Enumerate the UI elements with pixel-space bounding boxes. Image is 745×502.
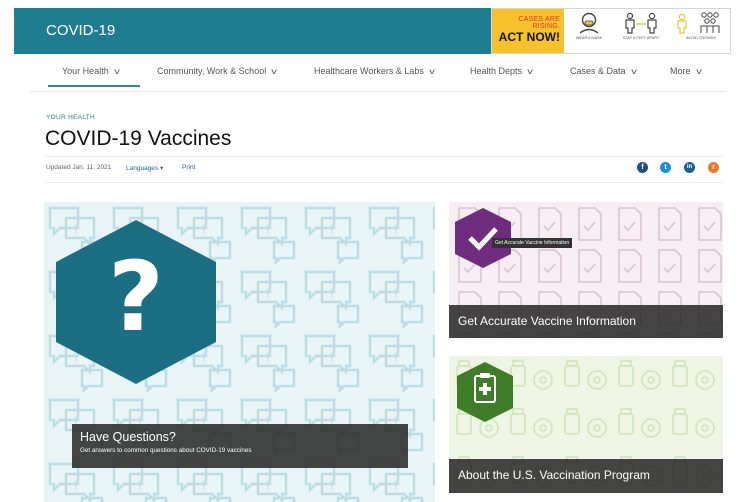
nav-cases-data[interactable]: Cases & Data v <box>570 66 636 76</box>
print-link[interactable]: Print <box>182 164 195 171</box>
breadcrumb[interactable]: YOUR HEALTH <box>46 114 95 121</box>
card-title: Get Accurate Vaccine Information <box>449 305 723 338</box>
mask-person-icon <box>579 12 599 34</box>
languages-label: Languages <box>126 165 159 172</box>
nav-your-health[interactable]: Your Health v <box>62 66 120 76</box>
chevron-down-icon: v <box>271 67 278 76</box>
nav-label: Health Depts <box>470 66 523 76</box>
nav-divider <box>30 91 726 92</box>
card-have-questions[interactable]: ? ? Have Questions? Get answers to commo… <box>44 202 435 502</box>
card-accurate-info[interactable]: Get Accurate Vaccine Information Get Acc… <box>449 202 723 338</box>
linkedin-icon[interactable]: in <box>684 162 695 173</box>
main-nav: Your Health v Community, Work & School v H… <box>46 66 718 88</box>
nav-community[interactable]: Community, Work & School v <box>157 66 278 76</box>
divider <box>46 182 722 183</box>
nav-active-indicator <box>48 85 140 87</box>
page-title: COVID-19 Vaccines <box>45 127 232 150</box>
reddit-icon[interactable]: r <box>708 162 719 173</box>
promo-cta[interactable]: CASES ARE RISING. ACT NOW! <box>492 9 564 53</box>
nav-label: Community, Work & School <box>157 66 267 76</box>
promo-item-mask: WEAR A MASK <box>568 12 610 52</box>
nav-healthcare[interactable]: Healthcare Workers & Labs v <box>314 66 435 76</box>
chevron-down-icon: v <box>527 67 533 76</box>
nav-more[interactable]: More v <box>670 66 701 76</box>
promo-item-crowds: AVOID CROWDS <box>672 12 730 52</box>
promo-item-label: WEAR A MASK <box>575 36 603 40</box>
image-tooltip: Get Accurate Vaccine Information <box>492 238 573 248</box>
svg-text:?: ? <box>108 241 164 353</box>
promo-item-label: STAY 6 FEET APART <box>622 36 660 40</box>
languages-dropdown[interactable]: Languages ▾ <box>126 164 163 172</box>
twitter-icon[interactable]: t <box>660 162 671 173</box>
site-header: COVID-19 CASES ARE RISING. ACT NOW! WEAR… <box>14 8 731 54</box>
distance-people-icon <box>625 12 657 34</box>
nav-label: More <box>670 66 691 76</box>
promo-item-distance: STAY 6 FEET APART <box>616 12 666 52</box>
card-subtitle: Get answers to common questions about CO… <box>80 447 252 454</box>
promo-banner[interactable]: CASES ARE RISING. ACT NOW! WEAR A MASK S… <box>491 8 731 54</box>
nav-label: Cases & Data <box>570 66 626 76</box>
facebook-icon[interactable]: f <box>637 162 648 173</box>
card-title: About the U.S. Vaccination Program <box>449 459 723 493</box>
card-caption: Have Questions? Get answers to common qu… <box>72 424 408 468</box>
nav-health-depts[interactable]: Health Depts v <box>470 66 533 76</box>
card-vaccination-program[interactable]: About the U.S. Vaccination Program <box>449 356 723 493</box>
chevron-down-icon: v <box>695 67 702 76</box>
chevron-down-icon: v <box>113 67 120 76</box>
chevron-down-icon: v <box>429 67 435 76</box>
crowd-icon <box>677 12 720 34</box>
site-brand[interactable]: COVID-19 <box>46 22 115 39</box>
promo-item-label: AVOID CROWDS <box>686 36 716 40</box>
chevron-down-icon: v <box>630 67 637 76</box>
nav-label: Your Health <box>62 66 109 76</box>
promo-line-2: ACT NOW! <box>498 30 560 44</box>
nav-label: Healthcare Workers & Labs <box>314 66 424 76</box>
divider <box>46 156 722 157</box>
card-title: Have Questions? <box>80 430 176 444</box>
promo-line-1: CASES ARE RISING. <box>518 16 560 30</box>
caret-down-icon: ▾ <box>159 165 164 172</box>
updated-date: Updated Jan. 11, 2021 <box>46 164 112 171</box>
